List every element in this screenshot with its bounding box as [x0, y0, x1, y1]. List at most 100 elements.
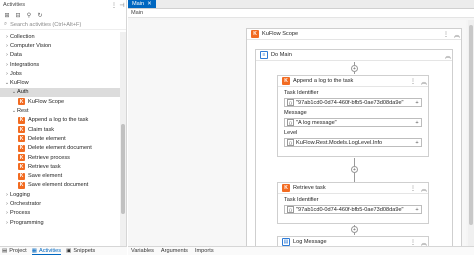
tree-item[interactable]: K Retrieve process	[0, 153, 120, 162]
kuflow-scope-title: KuFlow Scope	[262, 31, 299, 37]
kuflow-icon: K	[18, 98, 25, 106]
kuflow-icon: K	[18, 144, 25, 152]
folder-icon: ▤	[2, 248, 8, 254]
tab-imports[interactable]: Imports	[195, 248, 214, 254]
panel-menu-icon[interactable]: ⋮	[110, 2, 118, 9]
tree-item[interactable]: K Retrieve task	[0, 162, 120, 171]
tab-project[interactable]: ▤ Project	[2, 248, 27, 254]
scrollbar-thumb[interactable]	[121, 124, 125, 214]
add-activity-icon[interactable]: +	[351, 166, 358, 173]
workflow-canvas[interactable]: K KuFlow Scope ⋮ ︽ ≡ Do Main ︽ + K Appen…	[128, 20, 466, 246]
tree-item[interactable]: › Programming	[0, 218, 120, 227]
kuflow-icon: K	[18, 135, 25, 143]
tree-item[interactable]: K Delete element document	[0, 144, 120, 153]
log-message-activity[interactable]: ▤ Log Message ⋮ ︽	[277, 236, 429, 246]
add-icon[interactable]: +	[413, 207, 421, 213]
canvas-scrollbar[interactable]	[468, 20, 474, 246]
expression-icon: {}	[287, 119, 294, 126]
collapse-icon[interactable]: ︽	[444, 51, 452, 60]
expand-all-icon[interactable]: ⊞	[3, 11, 11, 19]
add-icon[interactable]: +	[413, 100, 421, 106]
tree-item[interactable]: › Collection	[0, 32, 120, 41]
collapse-icon[interactable]: ︽	[420, 77, 428, 86]
tree-item[interactable]: › Data	[0, 51, 120, 60]
retrieve-task-activity[interactable]: K Retrieve task ⋮ ︽ Task Identifier {} "…	[277, 182, 429, 224]
snippets-icon: ▣	[66, 248, 72, 254]
tree-item[interactable]: K Save element	[0, 171, 120, 180]
level-label: Level	[284, 130, 298, 136]
tab-variables[interactable]: Variables	[131, 248, 154, 254]
collapse-all-icon[interactable]: ⊟	[14, 11, 22, 19]
activities-panel-header: Activities ⋮ ⊣	[0, 0, 126, 10]
level-value: KuFlow.Rest.Models.LogLevel.Info	[296, 139, 383, 146]
add-icon[interactable]: +	[413, 140, 421, 146]
kuflow-icon: K	[251, 30, 259, 38]
activities-search[interactable]: ⌕ Search activities (Ctrl+Alt+F)	[0, 20, 126, 30]
tree-item-label: Delete element	[28, 135, 66, 142]
do-main-header: ≡ Do Main ︽	[256, 50, 452, 61]
kuflow-scope-activity[interactable]: K KuFlow Scope ⋮ ︽ ≡ Do Main ︽ + K Appen…	[246, 28, 462, 246]
refresh-icon[interactable]: ↻	[36, 11, 44, 19]
task-identifier-value: "97ab1cd0-0d74-460f-bfb5-0ae73d08da9e"	[296, 99, 404, 106]
tree-item[interactable]: K Delete element	[0, 134, 120, 143]
tree-item[interactable]: ⌄ KuFlow	[0, 78, 120, 87]
tree-item[interactable]: ⌄ Auth	[0, 87, 120, 98]
tree-item[interactable]: K Claim task	[0, 125, 120, 134]
tree-item[interactable]: › Integrations	[0, 60, 120, 69]
append-log-activity[interactable]: K Append a log to the task ⋮ ︽ Task Iden…	[277, 75, 429, 157]
tree-item[interactable]: › Process	[0, 209, 120, 218]
collapse-icon[interactable]: ︽	[453, 30, 461, 39]
activities-toolbar: ⊞ ⊟ ⚲ ↻	[0, 10, 126, 20]
kuflow-scope-header: K KuFlow Scope ⋮ ︽	[247, 29, 461, 40]
tree-item[interactable]: K Append a log to the task	[0, 116, 120, 125]
tree-item[interactable]: K KuFlow Scope	[0, 97, 120, 106]
tree-item-label: Collection	[10, 33, 35, 40]
log-message-title: Log Message	[293, 239, 327, 245]
add-activity-icon[interactable]: +	[351, 226, 358, 233]
append-log-header: K Append a log to the task ⋮ ︽	[278, 76, 428, 87]
tab-activities[interactable]: ▦ Activities	[31, 248, 62, 255]
expression-icon: {}	[287, 99, 294, 106]
add-activity-icon[interactable]: +	[351, 65, 358, 72]
task-identifier-field[interactable]: {} "97ab1cd0-0d74-460f-bfb5-0ae73d08da9e…	[284, 98, 422, 107]
tree-item[interactable]: › Jobs	[0, 69, 120, 78]
more-options-icon[interactable]: ⋮	[409, 239, 417, 246]
close-icon[interactable]: ✕	[147, 1, 152, 7]
more-options-icon[interactable]: ⋮	[409, 78, 417, 85]
tree-item-label: Save element	[28, 173, 63, 180]
kuflow-icon: K	[18, 172, 25, 180]
search-input[interactable]: Search activities (Ctrl+Alt+F)	[10, 22, 81, 28]
kuflow-icon: K	[18, 181, 25, 189]
tab-snippets[interactable]: ▣ Snippets	[66, 248, 95, 254]
more-options-icon[interactable]: ⋮	[442, 31, 450, 38]
activities-scrollbar[interactable]	[120, 32, 126, 246]
kuflow-icon: K	[282, 77, 290, 85]
tree-item-label: KuFlow Scope	[28, 98, 65, 105]
breadcrumb-item[interactable]: Main	[131, 10, 143, 16]
tab-main-label: Main	[132, 0, 145, 7]
level-field[interactable]: {} KuFlow.Rest.Models.LogLevel.Info +	[284, 138, 422, 147]
tree-item[interactable]: › Logging	[0, 190, 120, 199]
message-field[interactable]: {} "A log message" +	[284, 118, 422, 127]
do-main-sequence[interactable]: ≡ Do Main ︽ + K Append a log to the task…	[255, 49, 453, 246]
add-icon[interactable]: +	[413, 120, 421, 126]
scrollbar-thumb[interactable]	[469, 25, 473, 225]
pin-icon[interactable]: ⊣	[118, 2, 126, 9]
tree-item-label: Integrations	[10, 61, 40, 68]
collapse-icon[interactable]: ︽	[420, 238, 428, 247]
search-icon: ⌕	[4, 21, 8, 27]
tree-item[interactable]: › Computer Vision	[0, 41, 120, 50]
tree-item[interactable]: ⌄ Rest	[0, 106, 120, 115]
collapse-icon[interactable]: ︽	[420, 184, 428, 193]
kuflow-icon: K	[282, 184, 290, 192]
tree-item-label: Process	[10, 210, 31, 217]
tree-item[interactable]: › Orchestrator	[0, 199, 120, 208]
filter-icon[interactable]: ⚲	[25, 11, 33, 19]
task-identifier-field[interactable]: {} "97ab1cd0-0d74-460f-bfb5-0ae73d08da9e…	[284, 205, 422, 214]
more-options-icon[interactable]: ⋮	[409, 185, 417, 192]
designer-bottom-tabs: Variables Arguments Imports	[128, 246, 474, 255]
log-message-header: ▤ Log Message ⋮ ︽	[278, 237, 428, 246]
tab-main[interactable]: Main ✕	[128, 0, 156, 8]
tree-item[interactable]: K Save element document	[0, 181, 120, 190]
tab-arguments[interactable]: Arguments	[161, 248, 188, 254]
